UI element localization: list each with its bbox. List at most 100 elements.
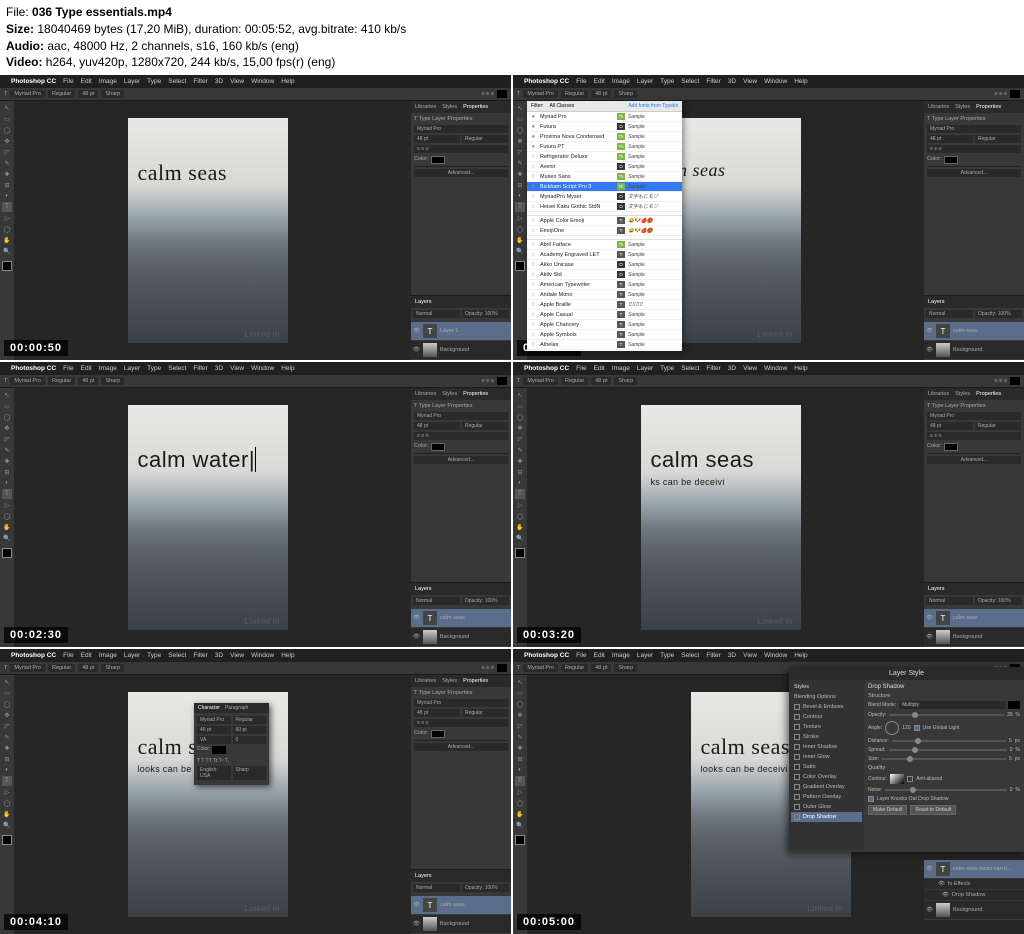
tool-13[interactable]: 🔍 (2, 533, 12, 543)
star-icon[interactable]: ☆ (531, 242, 537, 248)
star-icon[interactable]: ☆ (531, 292, 537, 298)
prop-align[interactable]: ≡ ≡ ≡ (927, 432, 1021, 440)
font-option[interactable]: ☆Andale MonoTSample (527, 290, 682, 300)
menu-edit[interactable]: Edit (81, 652, 92, 659)
prop-size[interactable]: 48 pt (927, 422, 973, 430)
style-item[interactable]: Inner Shadow (791, 742, 862, 752)
angle-dial[interactable] (885, 721, 899, 735)
font-family-field[interactable]: Myriad Pro (523, 377, 558, 385)
font-size-field[interactable]: 48 pt (591, 664, 611, 672)
color-fg[interactable] (2, 261, 12, 271)
tool-5[interactable]: ✎ (515, 445, 525, 455)
angle-value[interactable]: 120 (902, 725, 910, 731)
tool-3[interactable]: ✥ (2, 423, 12, 433)
font-size-field[interactable]: 48 pt (78, 90, 98, 98)
tool-3[interactable]: ✥ (2, 710, 12, 720)
para-tab[interactable]: Paragraph (225, 705, 248, 711)
font-style-field[interactable]: Regular (48, 377, 75, 385)
prop-style[interactable]: Regular (975, 135, 1021, 143)
blend-mode[interactable]: Normal (926, 310, 973, 318)
style-item[interactable]: Stroke (791, 732, 862, 742)
tool-3[interactable]: ✥ (515, 423, 525, 433)
menu-3d[interactable]: 3D (215, 652, 223, 659)
font-style-field[interactable]: Regular (561, 664, 588, 672)
tool-4[interactable]: ◸ (515, 721, 525, 731)
layer-text[interactable]: 👁Tcalm seas (924, 322, 1024, 340)
menu-type[interactable]: Type (147, 365, 161, 372)
menu-image[interactable]: Image (99, 78, 117, 85)
menu-filter[interactable]: Filter (193, 78, 207, 85)
tool-12[interactable]: ✋ (515, 522, 525, 532)
menu-file[interactable]: File (576, 652, 586, 659)
star-icon[interactable]: ☆ (531, 252, 537, 258)
tab-libraries[interactable]: Libraries (928, 391, 949, 397)
tool-13[interactable]: 🔍 (515, 246, 525, 256)
layers-tab[interactable]: Layers (415, 586, 432, 592)
prop-font[interactable]: Myriad Pro (414, 699, 508, 707)
tool-11[interactable]: ◯ (2, 224, 12, 234)
prop-align[interactable]: ≡ ≡ ≡ (414, 432, 508, 440)
tool-7[interactable]: ⊟ (515, 467, 525, 477)
menu-3d[interactable]: 3D (728, 652, 736, 659)
advanced-btn[interactable]: Advanced... (927, 456, 1021, 464)
advanced-btn[interactable]: Advanced... (927, 169, 1021, 177)
star-icon[interactable]: ★ (531, 124, 537, 130)
opacity-field[interactable]: Opacity: 100% (462, 310, 509, 318)
menu-layer[interactable]: Layer (637, 78, 653, 85)
blend-mode[interactable]: Normal (413, 310, 460, 318)
tool-2[interactable]: ◯ (2, 412, 12, 422)
tool-8[interactable]: ◐ (515, 478, 525, 488)
align-icons[interactable]: ≡ ≡ ≡ (994, 91, 1007, 97)
tool-1[interactable]: ▭ (2, 114, 12, 124)
menu-help[interactable]: Help (281, 365, 294, 372)
opacity-value[interactable]: 35 (1007, 712, 1013, 718)
star-icon[interactable]: ☆ (531, 342, 537, 348)
canvas-area[interactable]: CharacterParagraphMyriad ProRegular46 pt… (14, 675, 411, 934)
tool-2[interactable]: ◯ (2, 125, 12, 135)
align-icons[interactable]: ≡ ≡ ≡ (994, 378, 1007, 384)
canvas-text[interactable]: calm water| (138, 447, 278, 473)
tool-6[interactable]: ✚ (2, 456, 12, 466)
menu-image[interactable]: Image (612, 652, 630, 659)
tool-6[interactable]: ✚ (515, 743, 525, 753)
tool-9[interactable]: T (515, 776, 525, 786)
tool-7[interactable]: ⊟ (2, 754, 12, 764)
menu-type[interactable]: Type (660, 78, 674, 85)
tab-styles[interactable]: Styles (955, 104, 970, 110)
font-option[interactable]: ☆Museo SansTkSample (527, 172, 682, 182)
menu-view[interactable]: View (230, 652, 244, 659)
blend-mode[interactable]: Normal (413, 597, 460, 605)
menu-help[interactable]: Help (794, 78, 807, 85)
tool-5[interactable]: ✎ (515, 158, 525, 168)
app-name[interactable]: Photoshop CC (524, 365, 569, 372)
font-option[interactable]: ☆EmojiOneT😀🐶🍎🏀 (527, 226, 682, 236)
align-icons[interactable]: ≡ ≡ ≡ (481, 378, 494, 384)
opacity-slider[interactable] (889, 714, 1004, 716)
menu-select[interactable]: Select (681, 652, 699, 659)
font-option[interactable]: ☆Apple SymbolsTSample (527, 330, 682, 340)
size-slider[interactable] (882, 758, 1006, 760)
tool-4[interactable]: ◸ (2, 434, 12, 444)
tab-styles[interactable]: Styles (955, 391, 970, 397)
layer-effects[interactable]: 👁 fx Effects (924, 879, 1024, 889)
menu-help[interactable]: Help (281, 652, 294, 659)
app-name[interactable]: Photoshop CC (11, 652, 56, 659)
layer-text[interactable]: 👁Tcalm seas looks can b... (924, 860, 1024, 878)
layer-text[interactable]: 👁Tcalm seas (924, 609, 1024, 627)
prop-color[interactable] (944, 443, 958, 451)
font-option[interactable]: ★Myriad ProTkSample (527, 112, 682, 122)
advanced-btn[interactable]: Advanced... (414, 169, 508, 177)
layer-text[interactable]: 👁TLayer 1 (411, 322, 511, 340)
prop-color[interactable] (431, 443, 445, 451)
color-fg[interactable] (515, 835, 525, 845)
tab-properties[interactable]: Properties (463, 678, 488, 684)
star-icon[interactable]: ☆ (531, 228, 537, 234)
reset-default-btn[interactable]: Reset to Default (910, 805, 956, 815)
prop-align[interactable]: ≡ ≡ ≡ (927, 145, 1021, 153)
font-style-field[interactable]: Regular (48, 664, 75, 672)
prop-style[interactable]: Regular (462, 709, 508, 717)
style-item[interactable]: Inner Glow (791, 752, 862, 762)
tool-9[interactable]: T (2, 776, 12, 786)
menu-file[interactable]: File (63, 652, 73, 659)
font-size-field[interactable]: 48 pt (591, 90, 611, 98)
